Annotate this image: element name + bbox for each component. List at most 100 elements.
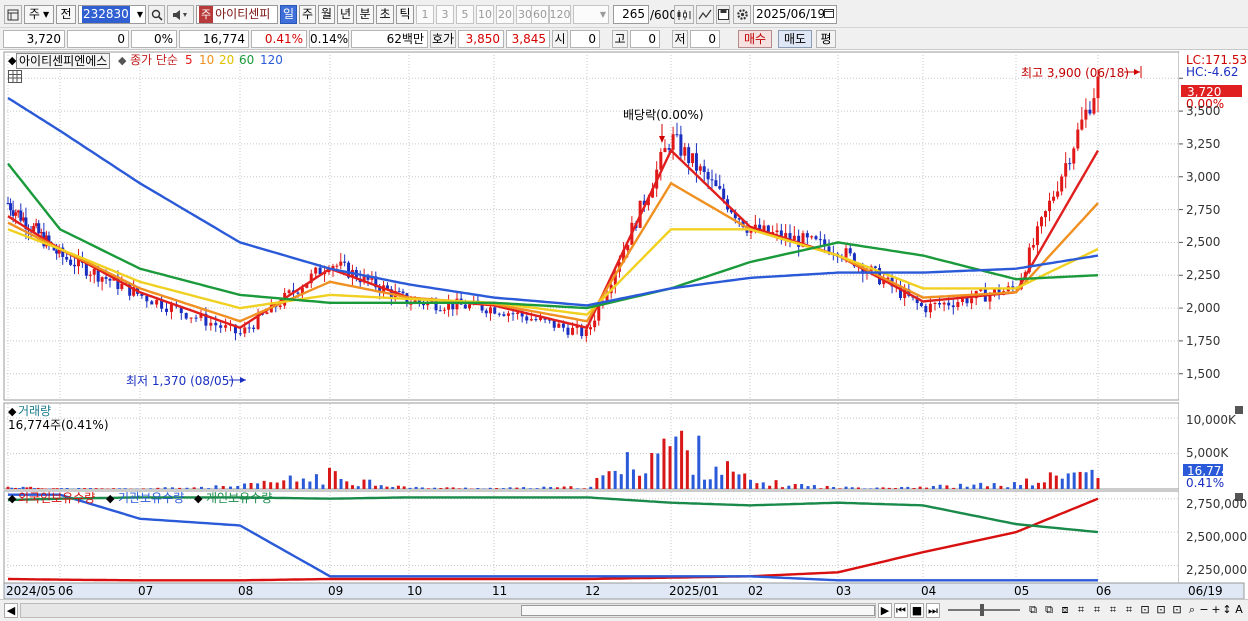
interval-button[interactable]: 10 bbox=[476, 5, 494, 24]
candle-body bbox=[14, 212, 18, 216]
candle-body bbox=[947, 302, 951, 306]
volume-bar bbox=[32, 488, 36, 489]
chart-menu-icon[interactable] bbox=[4, 5, 22, 24]
volume-bar bbox=[832, 487, 836, 489]
x-axis-label: 09 bbox=[328, 584, 344, 598]
candle-body bbox=[19, 210, 23, 221]
volume-bar bbox=[958, 483, 962, 489]
volume-bar bbox=[249, 483, 253, 489]
chart-type-icon[interactable] bbox=[674, 5, 694, 24]
period-tick-button[interactable]: 틱 bbox=[396, 5, 414, 24]
chart-tool-icon[interactable]: ⌗ bbox=[1106, 603, 1120, 618]
data-count-input[interactable]: 265 bbox=[613, 5, 649, 24]
prev-button[interactable]: 전 bbox=[56, 5, 76, 24]
zoom-slider[interactable] bbox=[948, 604, 1020, 616]
chart-tool-icon[interactable]: ⌗ bbox=[1122, 603, 1136, 618]
price-axis-tick: 1,750 bbox=[1186, 333, 1221, 348]
custom-interval-select[interactable]: ▼ bbox=[573, 5, 609, 24]
period-month-button[interactable]: 월 bbox=[318, 5, 335, 24]
zoom-in-icon[interactable]: + bbox=[1211, 603, 1221, 618]
volume-bar bbox=[1042, 482, 1046, 489]
zoom-out-icon[interactable]: − bbox=[1199, 603, 1209, 618]
drawing-tool-icon[interactable] bbox=[696, 5, 714, 24]
interval-button[interactable]: 1 bbox=[416, 5, 434, 24]
volume-bar bbox=[1054, 475, 1058, 489]
hc-label: HC:-4.62 bbox=[1186, 65, 1239, 79]
volume-bar bbox=[893, 488, 897, 489]
interval-button[interactable]: 60 bbox=[531, 5, 549, 24]
date-field[interactable]: 2025/06/19 bbox=[753, 5, 837, 24]
period-year-button[interactable]: 년 bbox=[337, 5, 354, 24]
scroll-thumb[interactable] bbox=[521, 605, 875, 616]
chart-tool-icon[interactable]: ⌗ bbox=[1074, 603, 1088, 618]
interval-button[interactable]: 120 bbox=[549, 5, 571, 24]
table-icon[interactable] bbox=[8, 70, 22, 83]
quote-label: 호가 bbox=[430, 30, 456, 48]
scroll-left-icon[interactable]: ◀ bbox=[4, 603, 18, 618]
chevron-down-icon: ▼ bbox=[42, 10, 50, 19]
zoom-slider-thumb[interactable] bbox=[980, 604, 984, 616]
candle-body bbox=[247, 327, 251, 329]
x-axis-label: 08 bbox=[238, 584, 254, 598]
individual-holdings-legend: 개인보유수량 bbox=[206, 491, 273, 505]
candle-body bbox=[675, 134, 679, 136]
volume-bar bbox=[631, 469, 635, 489]
interval-button[interactable]: 3 bbox=[436, 5, 454, 24]
scroll-track[interactable] bbox=[20, 603, 876, 618]
interval-button[interactable]: 5 bbox=[456, 5, 474, 24]
stock-name-field[interactable]: 주 아이티센피 bbox=[196, 5, 278, 24]
market-select[interactable]: 주 ▼ bbox=[24, 5, 54, 24]
rewind-icon[interactable]: ⏮ bbox=[894, 603, 908, 618]
fast-forward-icon[interactable]: ⏭ bbox=[926, 603, 940, 618]
buy-button[interactable]: 매수 bbox=[738, 30, 772, 48]
stock-code-input[interactable]: 232830 ▼ bbox=[78, 5, 146, 24]
layout-icon[interactable]: ⧉ bbox=[1026, 603, 1040, 618]
volume-bar bbox=[476, 488, 480, 489]
scroll-right-icon[interactable]: ▶ bbox=[878, 603, 892, 618]
stock-title-box[interactable]: 아이티센피엔에스 bbox=[16, 53, 111, 69]
volume-bar bbox=[555, 487, 559, 489]
period-second-button[interactable]: 초 bbox=[376, 5, 394, 24]
stock-chart[interactable] bbox=[0, 50, 1248, 599]
auto-scale-button[interactable]: A bbox=[1233, 603, 1245, 618]
zoom-search-icon[interactable]: ⌕ bbox=[1186, 603, 1198, 618]
candle-body bbox=[73, 264, 77, 267]
candle-body bbox=[65, 256, 69, 260]
volume-bar bbox=[875, 487, 879, 489]
candle-body bbox=[529, 319, 533, 321]
volume-bar bbox=[10, 487, 14, 489]
candle-body bbox=[214, 322, 218, 326]
chart-tool-icon[interactable]: ⊡ bbox=[1170, 603, 1184, 618]
chart-tool-icon[interactable]: ⊡ bbox=[1154, 603, 1168, 618]
gear-icon[interactable] bbox=[733, 5, 751, 24]
compare-icon[interactable]: ⧈ bbox=[1058, 603, 1072, 618]
speaker-icon[interactable] bbox=[167, 5, 194, 24]
period-day-button[interactable]: 일 bbox=[280, 5, 297, 24]
sell-button[interactable]: 매도 bbox=[778, 30, 812, 48]
candle-body bbox=[557, 323, 561, 328]
volume-bar bbox=[1006, 487, 1010, 489]
volume-bar bbox=[800, 484, 804, 489]
candle-body bbox=[1080, 119, 1084, 130]
chart-tool-icon[interactable]: ⌗ bbox=[1090, 603, 1104, 618]
eval-button[interactable]: 평 bbox=[816, 30, 836, 48]
volume-bar bbox=[269, 482, 273, 489]
interval-button[interactable]: 20 bbox=[496, 5, 514, 24]
x-axis-label: 05 bbox=[1014, 584, 1030, 598]
layout-icon[interactable]: ⧉ bbox=[1042, 603, 1056, 618]
price-axis-tick: 2,250 bbox=[1186, 268, 1221, 283]
drag-icon[interactable]: ↕ bbox=[1222, 603, 1232, 618]
candle-body bbox=[39, 232, 43, 234]
volume-bar bbox=[314, 474, 318, 489]
period-minute-button[interactable]: 분 bbox=[356, 5, 374, 24]
chart-tool-icon[interactable]: ⊡ bbox=[1138, 603, 1152, 618]
close-icon[interactable] bbox=[1235, 406, 1243, 414]
candle-body bbox=[663, 148, 667, 153]
save-icon[interactable] bbox=[716, 5, 730, 24]
volume-bar bbox=[94, 488, 98, 489]
search-icon[interactable] bbox=[148, 5, 165, 24]
stop-icon[interactable]: ■ bbox=[910, 603, 924, 618]
period-week-button[interactable]: 주 bbox=[299, 5, 316, 24]
volume-bar bbox=[825, 485, 829, 489]
candle-body bbox=[155, 299, 159, 305]
